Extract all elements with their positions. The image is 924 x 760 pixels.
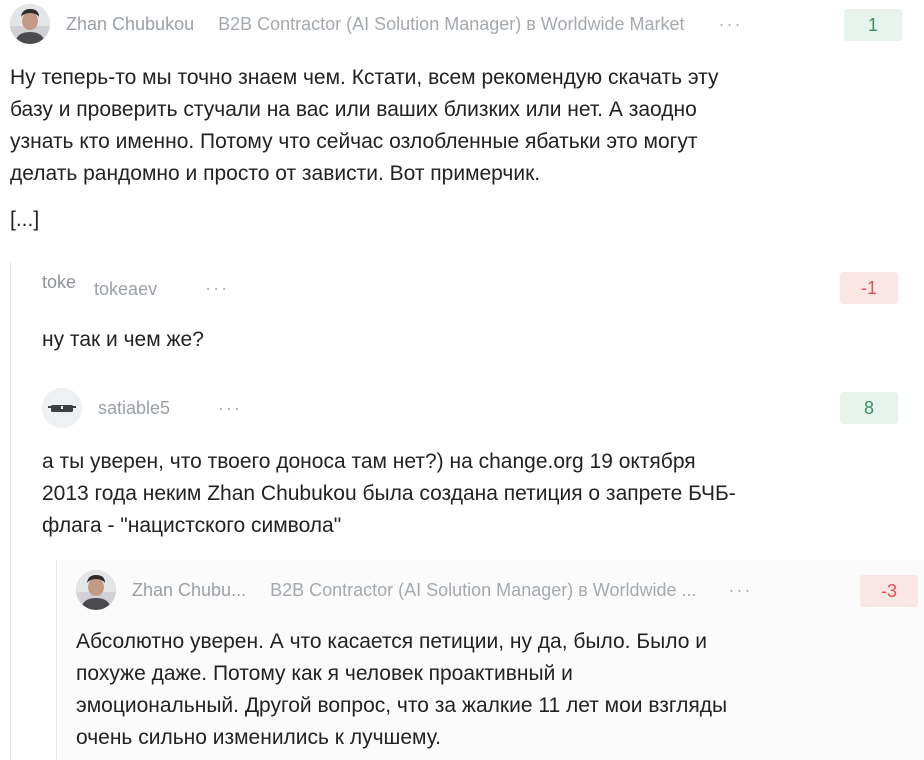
comment-header: toke tokeaev ··· <box>42 262 229 310</box>
comment-tokeaev: toke tokeaev ··· -1 ну так и чем же? <box>0 262 924 362</box>
comment-text-line: делать рандомно и просто от зависти. Вот… <box>10 162 541 185</box>
comment-text-line: Абсолютно уверен. А что касается петиции… <box>76 630 707 653</box>
comment-header: Zhan Chubu... B2B Contractor (AI Solutio… <box>76 566 752 614</box>
comment-text: а ты уверен, что твоего доноса там нет?)… <box>42 446 902 542</box>
expand-truncated-link[interactable]: [...] <box>10 204 39 236</box>
comment-text-line: похуже даже. Потому как я человек проакт… <box>76 662 573 685</box>
rating-badge[interactable]: -1 <box>840 272 898 304</box>
username[interactable]: Zhan Chubukou <box>66 14 194 35</box>
user-photo-icon <box>10 4 50 44</box>
comment-text-line: ну так и чем же? <box>42 328 204 351</box>
username[interactable]: tokeaev <box>94 279 157 300</box>
avatar-text-fallback[interactable]: toke <box>42 272 76 293</box>
user-role: B2B Contractor (AI Solution Manager) в W… <box>270 579 697 600</box>
comment-text-line: а ты уверен, что твоего доноса там нет?)… <box>42 450 696 473</box>
comment-text-line: 2013 года неким Zhan Chubukou была созда… <box>42 482 736 505</box>
comment-text-line: эмоциональный. Другой вопрос, что за жал… <box>76 694 728 717</box>
comment-text-line: очень сильно изменились к лучшему. <box>76 726 441 749</box>
more-options-icon[interactable]: ··· <box>205 278 229 299</box>
comment-text-line: узнать кто именно. Потому что сейчас озл… <box>10 130 698 153</box>
more-options-icon[interactable]: ··· <box>719 14 743 35</box>
comment-text-line: флага - "нацистского символа" <box>42 514 342 537</box>
rating-badge[interactable]: 1 <box>844 9 902 41</box>
avatar[interactable] <box>76 570 116 610</box>
avatar[interactable] <box>10 4 50 44</box>
comment-header: Zhan Chubukou B2B Contractor (AI Solutio… <box>10 0 743 48</box>
comment-text-line: Ну теперь-то мы точно знаем чем. Кстати,… <box>10 66 719 89</box>
rating-badge[interactable]: 8 <box>840 392 898 424</box>
comment-zhan-chubukou: Zhan Chubukou B2B Contractor (AI Solutio… <box>0 0 924 240</box>
comment-text-line: базу и проверить стучали на вас или ваши… <box>10 98 697 121</box>
more-options-icon[interactable]: ··· <box>218 398 242 419</box>
comment-text: ну так и чем же? <box>42 324 204 356</box>
comment-text: Абсолютно уверен. А что касается петиции… <box>76 626 896 754</box>
user-role: B2B Contractor (AI Solution Manager) в W… <box>218 13 685 34</box>
more-options-icon[interactable]: ··· <box>729 580 753 601</box>
comment-header: satiable5 ··· <box>42 384 242 432</box>
comment-zhan-chubukou-reply: Zhan Chubu... B2B Contractor (AI Solutio… <box>0 566 924 760</box>
sunglasses-icon <box>42 388 82 428</box>
comment-text: Ну теперь-то мы точно знаем чем. Кстати,… <box>10 62 910 190</box>
username[interactable]: satiable5 <box>98 398 170 419</box>
rating-badge[interactable]: -3 <box>860 575 918 607</box>
username[interactable]: Zhan Chubu... <box>132 580 246 601</box>
user-photo-icon <box>76 570 116 610</box>
comment-satiable5: satiable5 ··· 8 а ты уверен, что твоего … <box>0 384 924 544</box>
avatar[interactable] <box>42 388 82 428</box>
